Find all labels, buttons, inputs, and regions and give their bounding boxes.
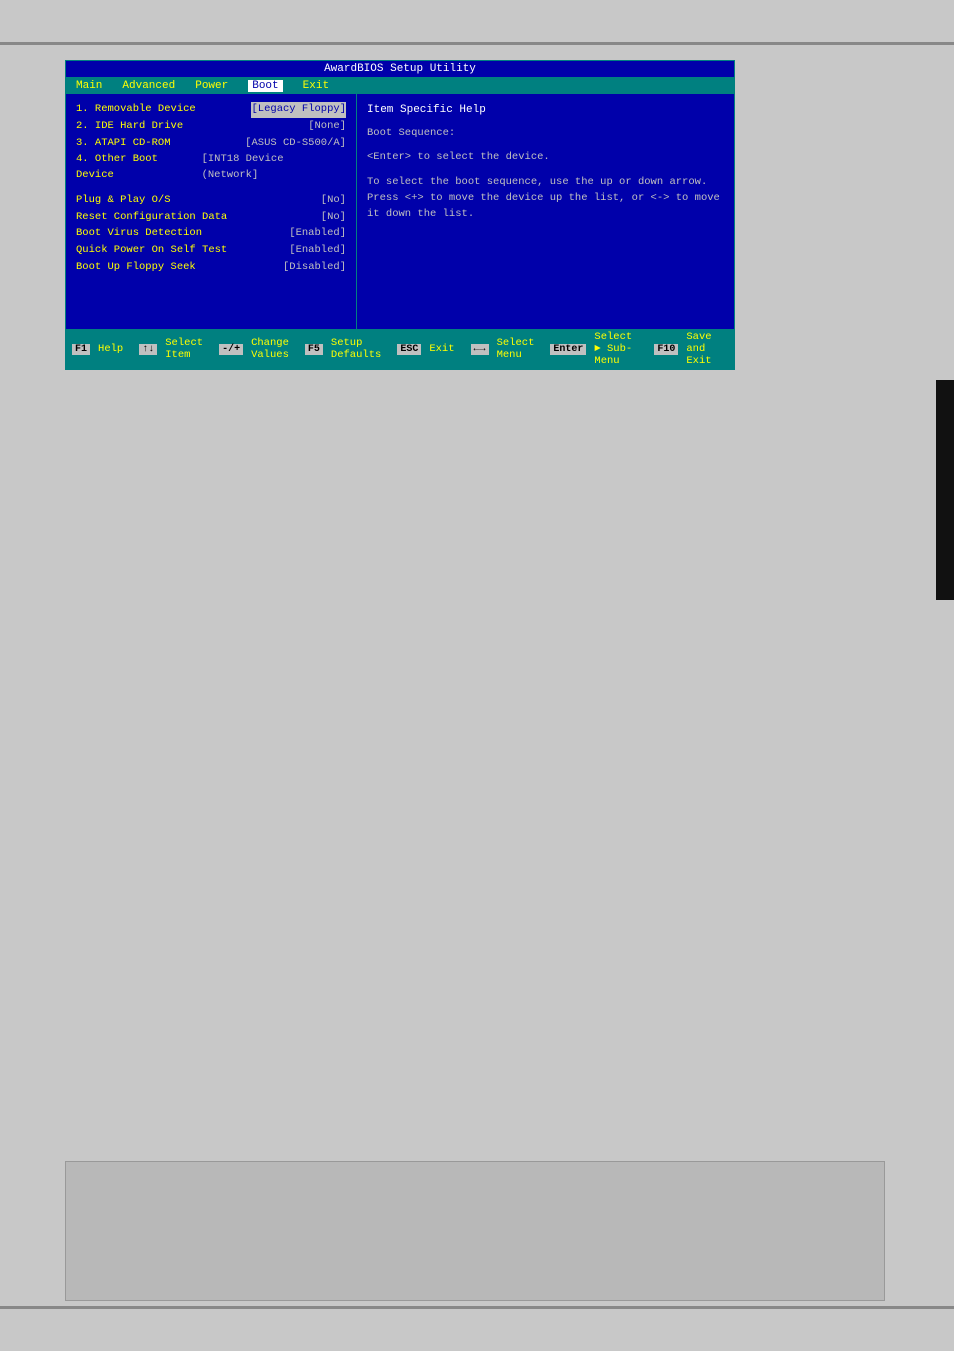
setting-label-pnp: Plug & Play O/S <box>76 193 171 209</box>
setting-row-other[interactable]: 4. Other Boot Device [INT18 Device (Netw… <box>76 152 346 184</box>
menu-item-exit[interactable]: Exit <box>303 80 329 92</box>
bios-window: AwardBIOS Setup Utility Main Advanced Po… <box>65 60 735 370</box>
key-change: -/+ <box>219 344 243 355</box>
setting-value-other: [INT18 Device (Network] <box>202 152 346 184</box>
label-save-exit: Save and Exit <box>686 331 720 367</box>
setting-label-boot-virus: Boot Virus Detection <box>76 226 202 242</box>
key-updown: ↑↓ <box>139 344 157 355</box>
setting-row-quick-power[interactable]: Quick Power On Self Test [Enabled] <box>76 243 346 259</box>
label-select-submenu: Select ► Sub-Menu <box>594 331 638 367</box>
setting-value-ide: [None] <box>308 119 346 135</box>
bios-help-panel: Item Specific Help Boot Sequence: <Enter… <box>356 94 734 356</box>
setting-value-pnp: [No] <box>321 193 346 209</box>
label-change-values: Change Values <box>251 337 289 361</box>
key-esc: ESC <box>397 344 421 355</box>
label-help: Help <box>98 343 123 355</box>
help-text-2: To select the boot sequence, use the up … <box>367 174 724 223</box>
setting-value-quick-power: [Enabled] <box>289 243 346 259</box>
key-leftright: ←→ <box>471 344 489 355</box>
label-select-menu: Select Menu <box>497 337 535 361</box>
page-container: AwardBIOS Setup Utility Main Advanced Po… <box>0 0 954 1351</box>
setting-label-quick-power: Quick Power On Self Test <box>76 243 227 259</box>
bios-content-area: 1. Removable Device [Legacy Floppy] 2. I… <box>66 94 734 356</box>
help-text-1: <Enter> to select the device. <box>367 149 724 165</box>
label-select-item: Select Item <box>165 337 203 361</box>
setting-label-ide: 2. IDE Hard Drive <box>76 119 183 135</box>
bottom-divider <box>0 1306 954 1309</box>
help-boot-sequence-label: Boot Sequence: <box>367 125 724 141</box>
setting-value-atapi: [ASUS CD-S500/A] <box>245 136 346 152</box>
bios-title-text: AwardBIOS Setup Utility <box>324 63 476 75</box>
setting-value-removable: [Legacy Floppy] <box>251 102 346 118</box>
setting-label-floppy-seek: Boot Up Floppy Seek <box>76 260 196 276</box>
key-f1: F1 <box>72 344 90 355</box>
key-f5: F5 <box>305 344 323 355</box>
setting-label-atapi: 3. ATAPI CD-ROM <box>76 136 171 152</box>
menu-item-advanced[interactable]: Advanced <box>122 80 175 92</box>
setting-label-removable: 1. Removable Device <box>76 102 196 118</box>
menu-item-main[interactable]: Main <box>76 80 102 92</box>
label-setup-defaults: Setup Defaults <box>331 337 381 361</box>
setting-row-ide[interactable]: 2. IDE Hard Drive [None] <box>76 119 346 135</box>
setting-row-floppy-seek[interactable]: Boot Up Floppy Seek [Disabled] <box>76 260 346 276</box>
setting-value-reset-config: [No] <box>321 210 346 226</box>
bottom-gray-box <box>65 1161 885 1301</box>
top-divider <box>0 42 954 45</box>
setting-label-other: 4. Other Boot Device <box>76 152 202 184</box>
setting-row-pnp[interactable]: Plug & Play O/S [No] <box>76 193 346 209</box>
bios-menu-bar[interactable]: Main Advanced Power Boot Exit <box>66 78 734 94</box>
right-sidebar-bar <box>936 380 954 600</box>
setting-row-removable[interactable]: 1. Removable Device [Legacy Floppy] <box>76 102 346 118</box>
bios-title: AwardBIOS Setup Utility <box>66 61 734 78</box>
setting-row-boot-virus[interactable]: Boot Virus Detection [Enabled] <box>76 226 346 242</box>
menu-item-boot[interactable]: Boot <box>248 80 282 92</box>
label-exit: Exit <box>429 343 454 355</box>
setting-row-reset-config[interactable]: Reset Configuration Data [No] <box>76 210 346 226</box>
bios-left-panel: 1. Removable Device [Legacy Floppy] 2. I… <box>66 94 356 356</box>
key-f10: F10 <box>654 344 678 355</box>
setting-value-boot-virus: [Enabled] <box>289 226 346 242</box>
key-enter: Enter <box>550 344 586 355</box>
menu-item-power[interactable]: Power <box>195 80 228 92</box>
setting-row-atapi[interactable]: 3. ATAPI CD-ROM [ASUS CD-S500/A] <box>76 136 346 152</box>
setting-value-floppy-seek: [Disabled] <box>283 260 346 276</box>
setting-label-reset-config: Reset Configuration Data <box>76 210 227 226</box>
help-title: Item Specific Help <box>367 102 724 119</box>
bios-footer: F1 Help ↑↓ Select Item -/+ Change Values… <box>66 329 734 369</box>
